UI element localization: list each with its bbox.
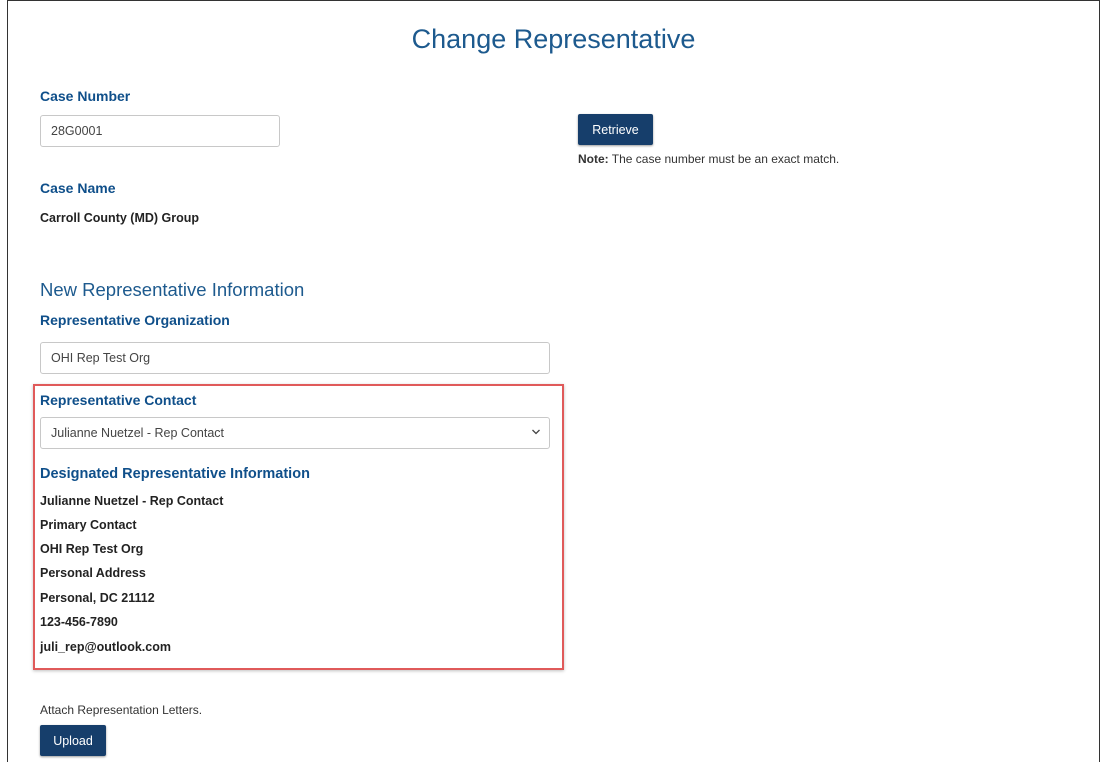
rep-organization-input[interactable]: OHI Rep Test Org (40, 342, 550, 374)
note-text: The case number must be an exact match. (608, 152, 840, 166)
designated-rep-address-type: Personal Address (40, 566, 146, 580)
rep-contact-select[interactable]: Julianne Nuetzel - Rep Contact (40, 417, 550, 449)
designated-rep-email: juli_rep@outlook.com (40, 640, 171, 654)
rep-organization-value: OHI Rep Test Org (51, 351, 151, 365)
retrieve-button[interactable]: Retrieve (578, 114, 653, 145)
case-name-label: Case Name (40, 180, 116, 196)
designated-rep-city-state: Personal, DC 21112 (40, 591, 155, 605)
case-number-label: Case Number (40, 88, 131, 104)
designated-rep-role: Primary Contact (40, 518, 137, 532)
upload-button[interactable]: Upload (40, 725, 106, 756)
rep-contact-label: Representative Contact (40, 392, 197, 408)
case-number-note: Note: The case number must be an exact m… (578, 152, 839, 166)
case-number-value: 28G0001 (51, 124, 103, 138)
designated-rep-label: Designated Representative Information (40, 466, 310, 482)
note-prefix: Note: (578, 152, 609, 166)
page-title: Change Representative (411, 24, 696, 54)
case-name-value: Carroll County (MD) Group (40, 211, 200, 225)
designated-rep-phone: 123-456-7890 (40, 615, 118, 629)
rep-contact-selected: Julianne Nuetzel - Rep Contact (51, 426, 225, 440)
designated-rep-org: OHI Rep Test Org (40, 542, 144, 556)
attach-letters-text: Attach Representation Letters. (40, 703, 203, 717)
chevron-down-icon (532, 429, 540, 435)
case-number-input[interactable]: 28G0001 (40, 115, 280, 147)
rep-organization-label: Representative Organization (40, 312, 230, 328)
new-representative-heading: New Representative Information (40, 279, 305, 300)
designated-rep-name: Julianne Nuetzel - Rep Contact (40, 494, 224, 508)
